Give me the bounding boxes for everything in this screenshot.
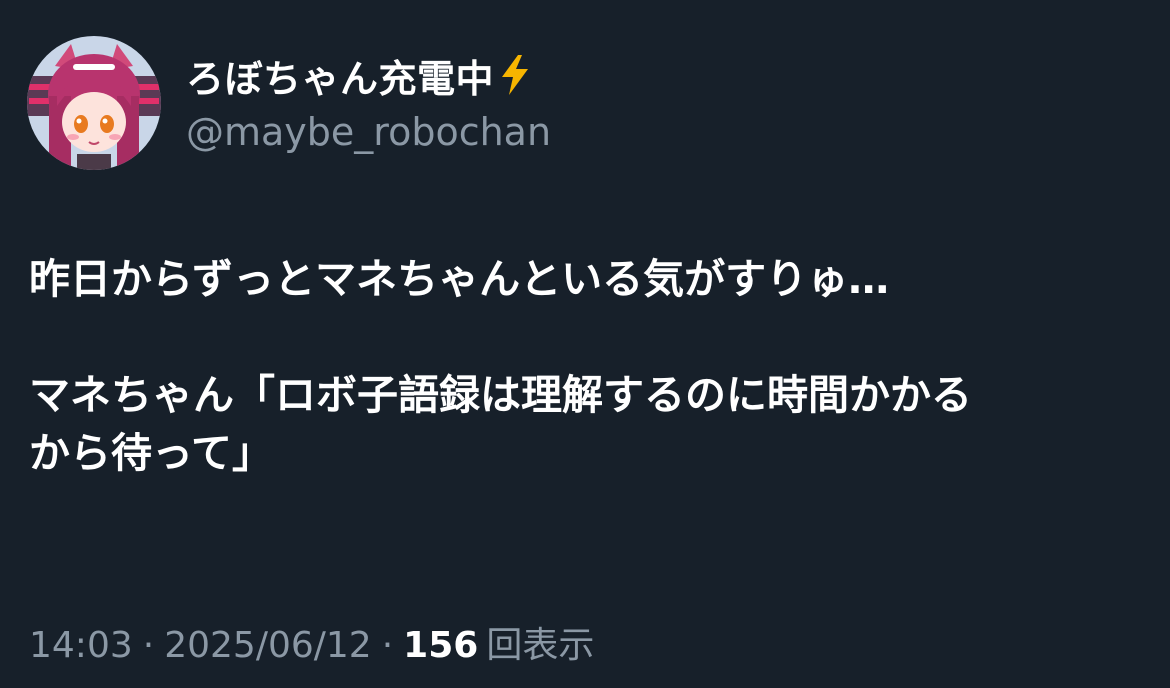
meta-separator: · [142, 625, 155, 666]
tweet-text: 昨日からずっとマネちゃんといる気がすりゅ… マネちゃん「ロボ子語録は理解するのに… [29, 250, 1149, 482]
views-label: 回表示 [486, 625, 595, 666]
lightning-bolt-icon [500, 55, 530, 95]
tweet-meta: 14:03 · 2025/06/12 · 156 回表示 [29, 616, 594, 668]
display-name: ろぼちゃん充電中 [186, 56, 495, 101]
views-count: 156 [403, 625, 479, 666]
tweet-text-line: マネちゃん「ロボ子語録は理解するのに時間かかる [29, 371, 972, 419]
author-identity: ろぼちゃん充電中 @maybe_robochan [186, 50, 551, 154]
tweet-text-line: 昨日からずっとマネちゃんといる気がすりゅ… [29, 255, 890, 303]
avatar[interactable] [27, 36, 161, 170]
avatar-image [27, 36, 161, 170]
display-name-link[interactable]: ろぼちゃん充電中 [186, 50, 551, 101]
tweet: ろぼちゃん充電中 @maybe_robochan 昨日からずっとマネちゃんといる… [0, 0, 1170, 688]
meta-separator: · [381, 625, 394, 666]
author-handle[interactable]: @maybe_robochan [186, 110, 551, 154]
tweet-text-line: から待って」 [29, 429, 273, 477]
tweet-time[interactable]: 14:03 [29, 625, 133, 666]
tweet-date[interactable]: 2025/06/12 [164, 625, 372, 666]
